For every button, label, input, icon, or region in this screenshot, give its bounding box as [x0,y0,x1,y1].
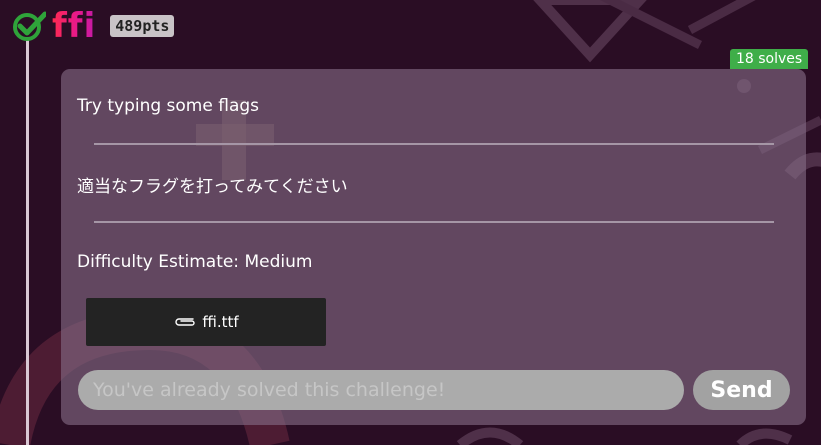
send-button[interactable]: Send [693,370,790,410]
points-badge: 489pts [110,15,175,37]
attachment-download-button[interactable]: ffi.ttf [86,298,326,346]
challenge-header: ffi 489pts [12,6,175,46]
divider [94,143,774,145]
flag-input[interactable] [78,370,684,410]
divider [94,221,774,223]
attachment-filename: ffi.ttf [202,313,239,331]
description-japanese: 適当なフラグを打ってみてください [77,177,348,197]
timeline-line [26,40,29,445]
description-english: Try typing some flags [77,96,260,116]
challenge-title: ffi [52,6,97,46]
challenge-card: Try typing some flags 適当なフラグを打ってみてください D… [61,69,806,425]
paperclip-icon [175,318,196,326]
check-icon [13,11,46,41]
solves-badge: 18 solves [730,49,809,69]
difficulty-estimate: Difficulty Estimate: Medium [77,252,313,272]
